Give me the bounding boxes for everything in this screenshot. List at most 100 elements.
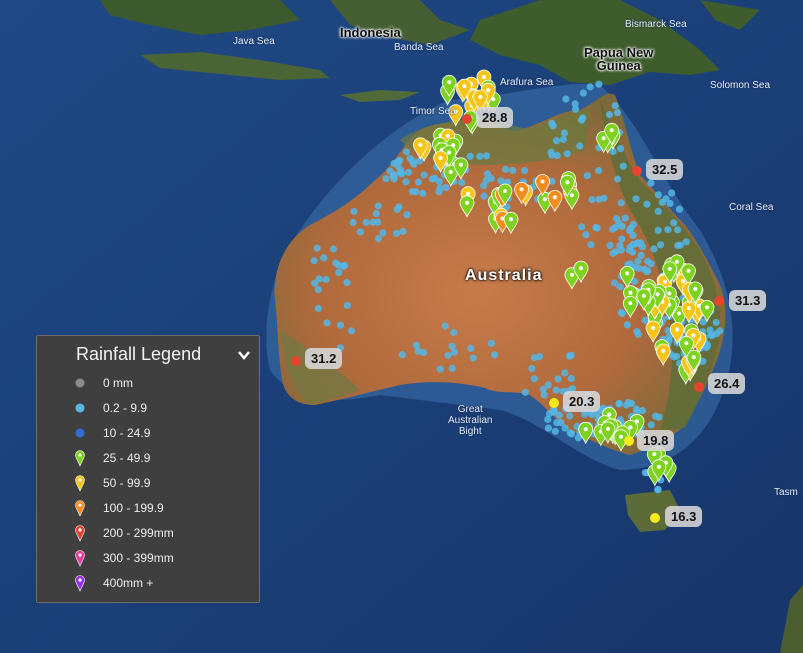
rainfall-dot [343,301,351,309]
rainfall-dot [396,156,404,164]
rainfall-dot [613,109,622,117]
rainfall-dot [487,339,495,347]
label-coral-sea: Coral Sea [729,202,774,213]
rainfall-dot [372,210,380,218]
rainfall-dot [544,381,552,389]
label-timor-sea: Timor Sea [410,106,456,117]
rainfall-dot [615,219,623,227]
rainfall-dot [563,150,571,158]
reading-value-label[interactable]: 26.4 [708,373,746,394]
rainfall-dot [611,102,619,110]
rainfall-dot [617,199,625,207]
reading-marker-dot[interactable] [462,114,472,124]
rainfall-dot [554,375,562,383]
map-pin-icon [75,450,85,467]
rainfall-dot [436,365,444,373]
rainfall-dot [548,119,556,127]
reading-value-label[interactable]: 28.8 [476,107,514,128]
rainfall-dot [654,207,662,215]
rainfall-dot [632,240,640,248]
rainfall-dot [579,89,588,97]
rainfall-dot [609,225,617,233]
rainfall-dot [349,218,357,227]
rainfall-dot [406,154,414,162]
rainfall-dot [530,375,538,383]
map-pin-icon [75,500,85,517]
rainfall-dot [436,184,444,192]
rainfall-dot [638,407,647,415]
rainfall-dot [712,318,720,326]
label-banda-sea: Banda Sea [394,42,444,53]
rainfall-dot [350,207,358,216]
rainfall-dot [650,245,658,253]
rainfall-dot [559,135,567,143]
rainfall-dot [502,165,510,173]
rainfall-dot [634,257,642,265]
rainfall-dot [379,229,387,237]
reading-value-label[interactable]: 20.3 [563,391,601,412]
legend-item-label: 200 - 299mm [103,526,174,540]
reading-marker-dot[interactable] [632,166,642,176]
rainfall-dot [419,348,428,357]
map-pin-icon [75,525,85,542]
reading-value-label[interactable]: 31.3 [729,290,767,311]
rainfall-dot [588,196,596,204]
reading-value-label[interactable]: 32.5 [646,159,684,180]
dot-icon [75,403,85,413]
label-solomon-sea: Solomon Sea [710,80,771,91]
rainfall-dot [565,352,574,360]
rainfall-dot [419,189,427,197]
rainfall-legend-panel[interactable]: Rainfall Legend 0 mm 0.2 - 9.9 10 - 24.9 25… [36,335,260,603]
rainfall-dot [670,219,678,227]
rainfall-dot [634,330,642,338]
label-great-australian-bight: Great Australian Bight [448,404,493,437]
rainfall-dot [314,286,322,294]
rainfall-dot [362,218,370,226]
label-java-sea: Java Sea [233,36,275,47]
rainfall-dot [435,177,443,186]
rainfall-dot [658,198,667,206]
rainfall-dot [356,228,364,236]
rainfall-dot [374,202,382,210]
reading-value-label[interactable]: 19.8 [637,430,675,451]
rainfall-dot [552,386,560,394]
rainfall-dot [560,129,569,137]
rainfall-dot [483,170,492,178]
rainfall-dot [616,145,625,153]
rainfall-dot [626,243,634,251]
reading-marker-dot[interactable] [624,436,634,446]
rainfall-dot [664,226,672,234]
rainfall-dot [552,137,561,145]
reading-marker-dot[interactable] [291,356,301,366]
rainfall-dot [566,412,574,420]
chevron-down-icon[interactable] [237,348,251,362]
legend-item-label: 50 - 99.9 [103,476,151,490]
rainfall-dot [618,309,627,317]
rainfall-dot [310,257,318,265]
reading-value-label[interactable]: 16.3 [665,506,703,527]
reading-value-label[interactable]: 31.2 [305,348,343,369]
rainfall-dot [374,218,382,226]
reading-marker-dot[interactable] [549,398,559,408]
rainfall-dot [483,152,491,160]
legend-item-label: 300 - 399mm [103,551,174,565]
rainfall-dot [619,162,627,170]
label-tasman: Tasm [774,487,798,498]
rainfall-dot [528,364,536,373]
rainfall-dot [562,95,570,103]
rainfall-dot [382,175,390,183]
rainfall-dot [402,148,411,156]
rainfall-dot [315,275,323,283]
rainfall-dot [444,351,452,359]
rainfall-dot [555,411,564,419]
rainfall-dot [544,424,553,432]
rainfall-dot [343,279,351,287]
rainfall-dot [313,244,321,252]
reading-marker-dot[interactable] [714,296,724,306]
rainfall-dot [566,429,574,437]
reading-marker-dot[interactable] [694,382,704,392]
rainfall-dot [572,105,580,113]
reading-marker-dot[interactable] [650,513,660,523]
rainfall-dot [480,192,488,200]
rainfall-dot [682,238,690,246]
